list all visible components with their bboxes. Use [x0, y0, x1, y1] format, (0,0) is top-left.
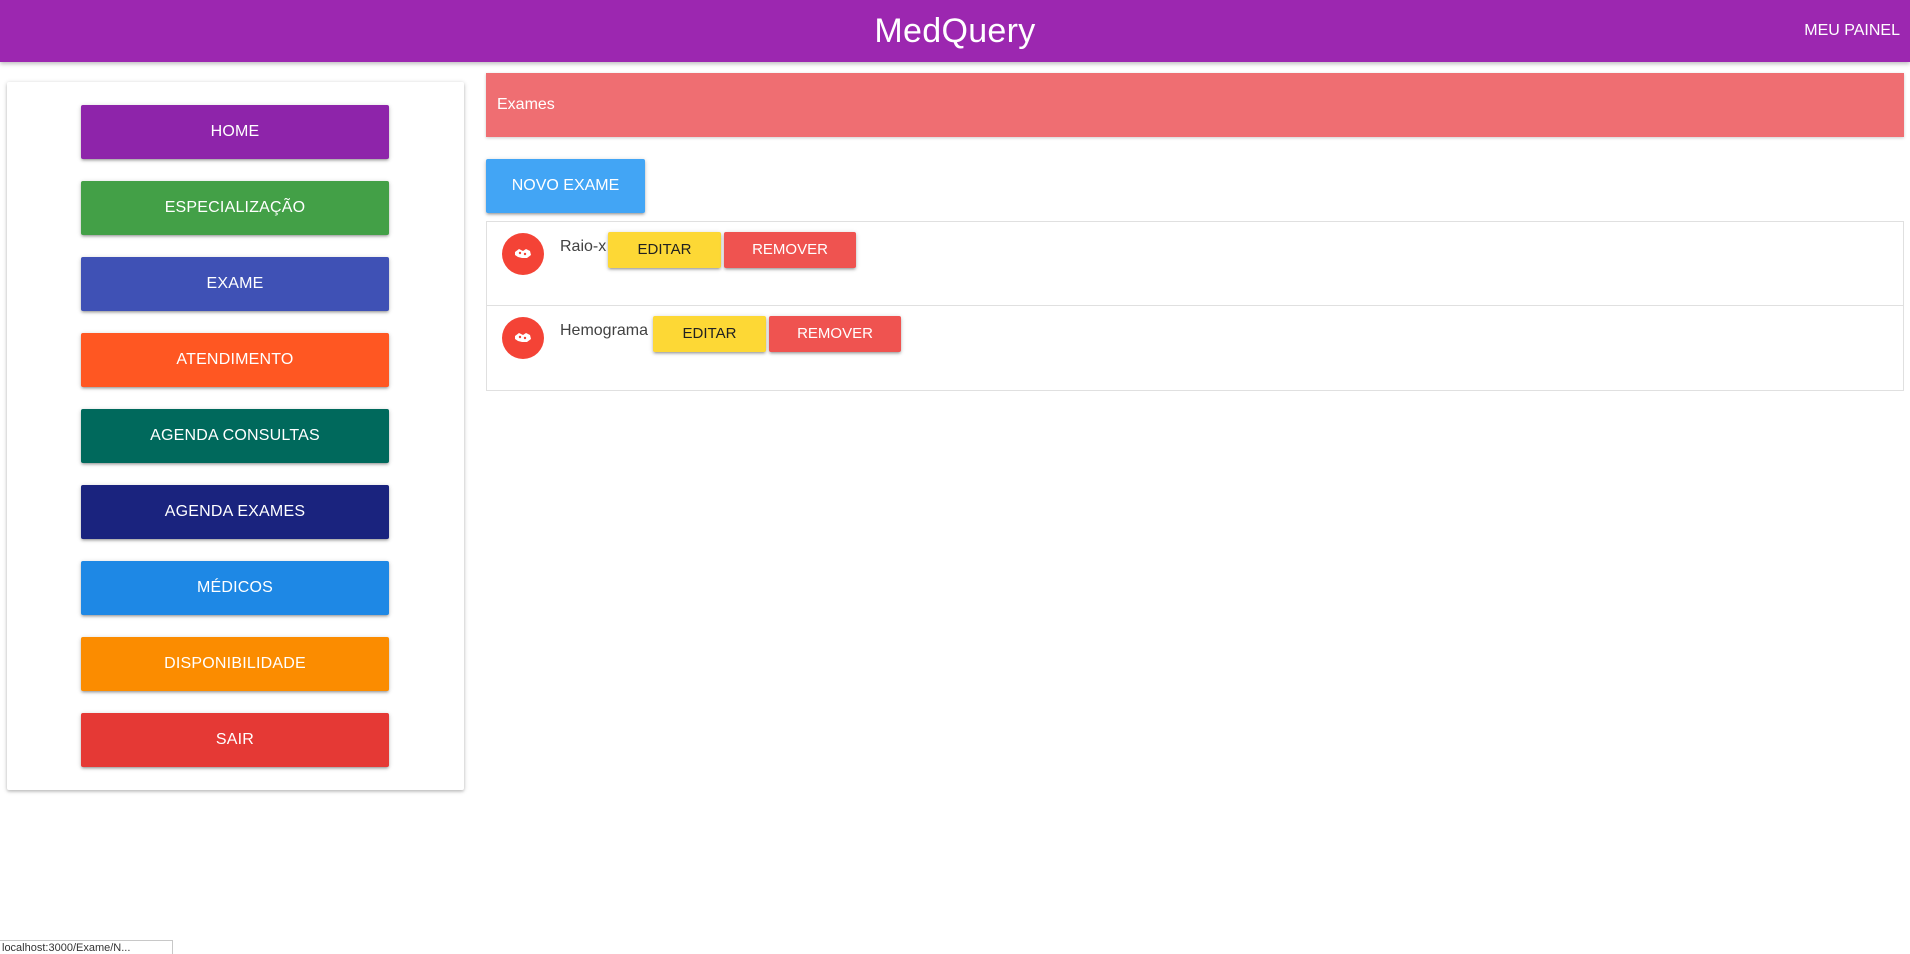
sidebar-item-disponibilidade[interactable]: DISPONIBILIDADE	[81, 637, 389, 691]
sidebar: HOME ESPECIALIZAÇÃO EXAME ATENDIMENTO AG…	[7, 82, 464, 790]
sidebar-item-sair[interactable]: SAIR	[81, 713, 389, 767]
sidebar-item-agenda-exames[interactable]: AGENDA EXAMES	[81, 485, 389, 539]
new-exam-button[interactable]: NOVO EXAME	[486, 159, 645, 213]
exam-name: Raio-x	[560, 238, 607, 255]
app-bar: MedQuery MEU PAINEL	[0, 0, 1910, 62]
meu-painel-link[interactable]: MEU PAINEL	[1804, 0, 1900, 62]
sidebar-item-exame[interactable]: EXAME	[81, 257, 389, 311]
remove-button[interactable]: REMOVER	[769, 316, 901, 352]
sidebar-item-medicos[interactable]: MÉDICOS	[81, 561, 389, 615]
remove-button[interactable]: REMOVER	[724, 232, 856, 268]
list-item: Hemograma EDITAR REMOVER	[487, 306, 1903, 390]
exam-name: Hemograma	[560, 322, 649, 339]
list-item: Raio-x EDITAR REMOVER	[487, 222, 1903, 306]
exam-list: Raio-x EDITAR REMOVER Hemograma EDITAR R…	[486, 221, 1904, 391]
page-header-card: Exames	[486, 73, 1904, 137]
app-title[interactable]: MedQuery	[0, 0, 1910, 62]
sidebar-item-especializacao[interactable]: ESPECIALIZAÇÃO	[81, 181, 389, 235]
hospital-icon	[502, 233, 544, 275]
edit-button[interactable]: EDITAR	[608, 232, 721, 268]
edit-button[interactable]: EDITAR	[653, 316, 766, 352]
sidebar-item-home[interactable]: HOME	[81, 105, 389, 159]
hospital-icon	[502, 317, 544, 359]
page-title: Exames	[497, 96, 555, 113]
sidebar-item-atendimento[interactable]: ATENDIMENTO	[81, 333, 389, 387]
status-bar-url: localhost:3000/Exame/N...	[0, 940, 173, 954]
sidebar-item-agenda-consultas[interactable]: AGENDA CONSULTAS	[81, 409, 389, 463]
